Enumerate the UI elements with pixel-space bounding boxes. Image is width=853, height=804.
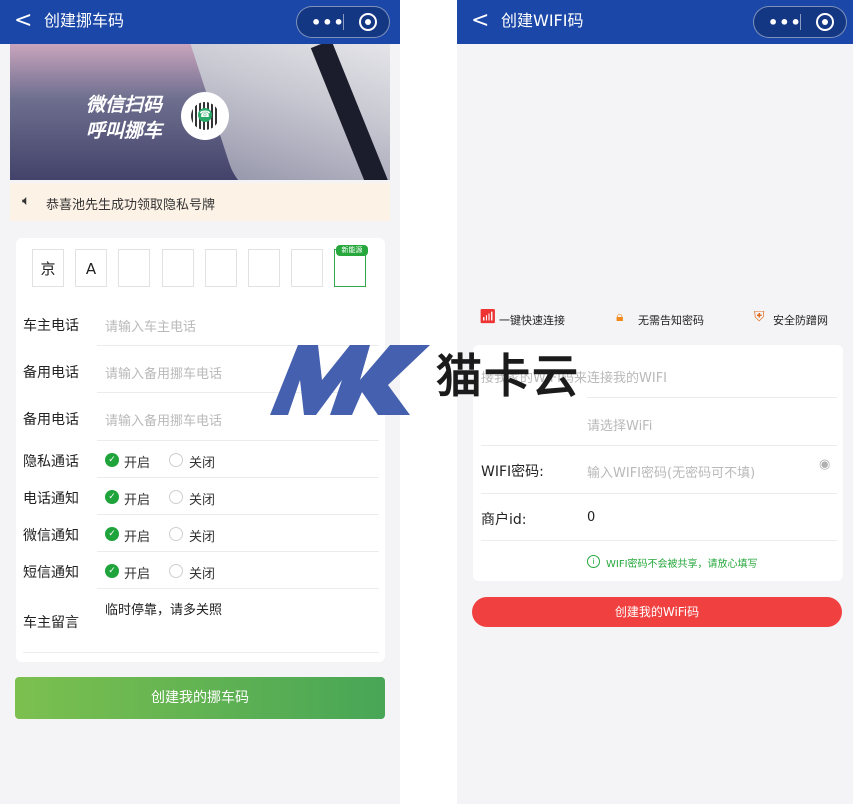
radio-on-icon[interactable]: ✓ [105, 564, 119, 578]
speaker-icon: 🔈︎ [22, 193, 31, 209]
option-on[interactable]: 开启 [124, 489, 150, 508]
toggle-label: 隐私通话 [23, 454, 79, 470]
radio-on-icon[interactable]: ✓ [105, 453, 119, 467]
watermark: 猫卡云 [270, 340, 620, 420]
close-target-icon[interactable] [816, 13, 834, 31]
password-input[interactable]: 输入WIFI密码(无密码可不填) [587, 462, 755, 481]
shield-icon: ⛨ [754, 309, 765, 325]
backup-phone-input-1[interactable]: 请输入备用挪车电话 [105, 363, 222, 382]
nav-bar: < 创建WIFI码 ••• [457, 0, 853, 44]
merchant-id-input[interactable]: 0 [587, 510, 595, 525]
toggle-private-call: 隐私通话 ✓ 开启 关闭 [16, 441, 385, 478]
lock-icon: 🔒︎ [616, 309, 624, 325]
create-wifi-code-button[interactable]: 创建我的WiFi码 [472, 597, 842, 627]
plate-cell-5[interactable] [205, 249, 237, 287]
field-label: 备用电话 [23, 365, 79, 381]
option-off[interactable]: 关闭 [189, 526, 215, 545]
menu-capsule: ••• [753, 6, 847, 38]
radio-on-icon[interactable]: ✓ [105, 527, 119, 541]
plate-cell-4[interactable] [162, 249, 194, 287]
more-icon[interactable]: ••• [311, 13, 345, 32]
toggle-label: 短信通知 [23, 565, 79, 581]
option-on[interactable]: 开启 [124, 526, 150, 545]
option-off[interactable]: 关闭 [189, 489, 215, 508]
feature-label: 安全防蹭网 [773, 314, 828, 327]
capsule-divider [343, 14, 344, 30]
radio-off-icon[interactable] [169, 453, 183, 467]
info-icon: i [587, 555, 600, 568]
watermark-logo-icon [270, 345, 430, 415]
close-target-icon[interactable] [359, 13, 377, 31]
divider [97, 588, 379, 589]
owner-phone-input[interactable]: 请输入车主电话 [105, 316, 196, 335]
phone-icon: ☎ [198, 108, 212, 122]
qr-code-icon: ☎ [181, 92, 229, 140]
eye-icon[interactable]: ◉ [819, 457, 830, 472]
banner-line2: 呼叫挪车 [86, 120, 163, 142]
watermark-text: 猫卡云 [436, 349, 580, 403]
back-icon[interactable]: < [14, 8, 32, 34]
capsule-divider [800, 14, 801, 30]
radio-off-icon[interactable] [169, 490, 183, 504]
toggle-wechat-notify: 微信通知 ✓ 开启 关闭 [16, 515, 385, 552]
divider [481, 493, 837, 494]
banner: 微信扫码 呼叫挪车 ☎ [10, 44, 390, 180]
option-on[interactable]: 开启 [124, 563, 150, 582]
plate-cell-6[interactable] [248, 249, 280, 287]
radio-on-icon[interactable]: ✓ [105, 490, 119, 504]
notice-bar: 🔈︎ 恭喜池先生成功领取隐私号牌 [10, 183, 390, 221]
radio-off-icon[interactable] [169, 527, 183, 541]
radio-off-icon[interactable] [169, 564, 183, 578]
toggle-label: 微信通知 [23, 528, 79, 544]
password-label: WIFI密码: [481, 464, 544, 480]
tip-text: WIFI密码不会被共享，请放心填写 [606, 559, 758, 570]
wifi-icon: 📶︎ [479, 309, 497, 325]
plate-cell-2[interactable]: A [75, 249, 107, 287]
backup-phone-input-2[interactable]: 请输入备用挪车电话 [105, 410, 222, 429]
back-icon[interactable]: < [471, 8, 489, 34]
form-card: 京 A 新能源 车主电话 请输入车主电话 备用电话 请输入备用挪车电话 备用电话… [16, 238, 385, 662]
merchant-label: 商户id: [481, 512, 527, 528]
banner-line1: 微信扫码 [86, 94, 163, 116]
toggle-sms-notify: 短信通知 ✓ 开启 关闭 [16, 552, 385, 589]
page-title: 创建挪车码 [44, 11, 125, 30]
toggle-phone-notify: 电话通知 ✓ 开启 关闭 [16, 478, 385, 515]
divider [481, 445, 837, 446]
message-textarea[interactable]: 临时停靠，请多关照 [105, 599, 222, 618]
more-icon[interactable]: ••• [768, 13, 802, 32]
plate-cell-3[interactable] [118, 249, 150, 287]
option-off[interactable]: 关闭 [189, 452, 215, 471]
divider [23, 652, 379, 653]
toggle-label: 电话通知 [23, 491, 79, 507]
message-label: 车主留言 [23, 615, 79, 631]
new-energy-badge: 新能源 [336, 245, 368, 256]
plate-cell-7[interactable] [291, 249, 323, 287]
field-label: 备用电话 [23, 412, 79, 428]
plate-cell-1[interactable]: 京 [32, 249, 64, 287]
page-title: 创建WIFI码 [501, 11, 584, 30]
divider [587, 397, 837, 398]
field-label: 车主电话 [23, 318, 79, 334]
option-on[interactable]: 开启 [124, 452, 150, 471]
menu-capsule: ••• [296, 6, 390, 38]
create-parking-code-button[interactable]: 创建我的挪车码 [15, 677, 385, 719]
feature-label: 无需告知密码 [638, 314, 704, 327]
notice-text: 恭喜池先生成功领取隐私号牌 [46, 198, 216, 213]
nav-bar: < 创建挪车码 ••• [0, 0, 400, 44]
divider [481, 540, 837, 541]
option-off[interactable]: 关闭 [189, 563, 215, 582]
feature-label: 一键快速连接 [499, 314, 565, 327]
